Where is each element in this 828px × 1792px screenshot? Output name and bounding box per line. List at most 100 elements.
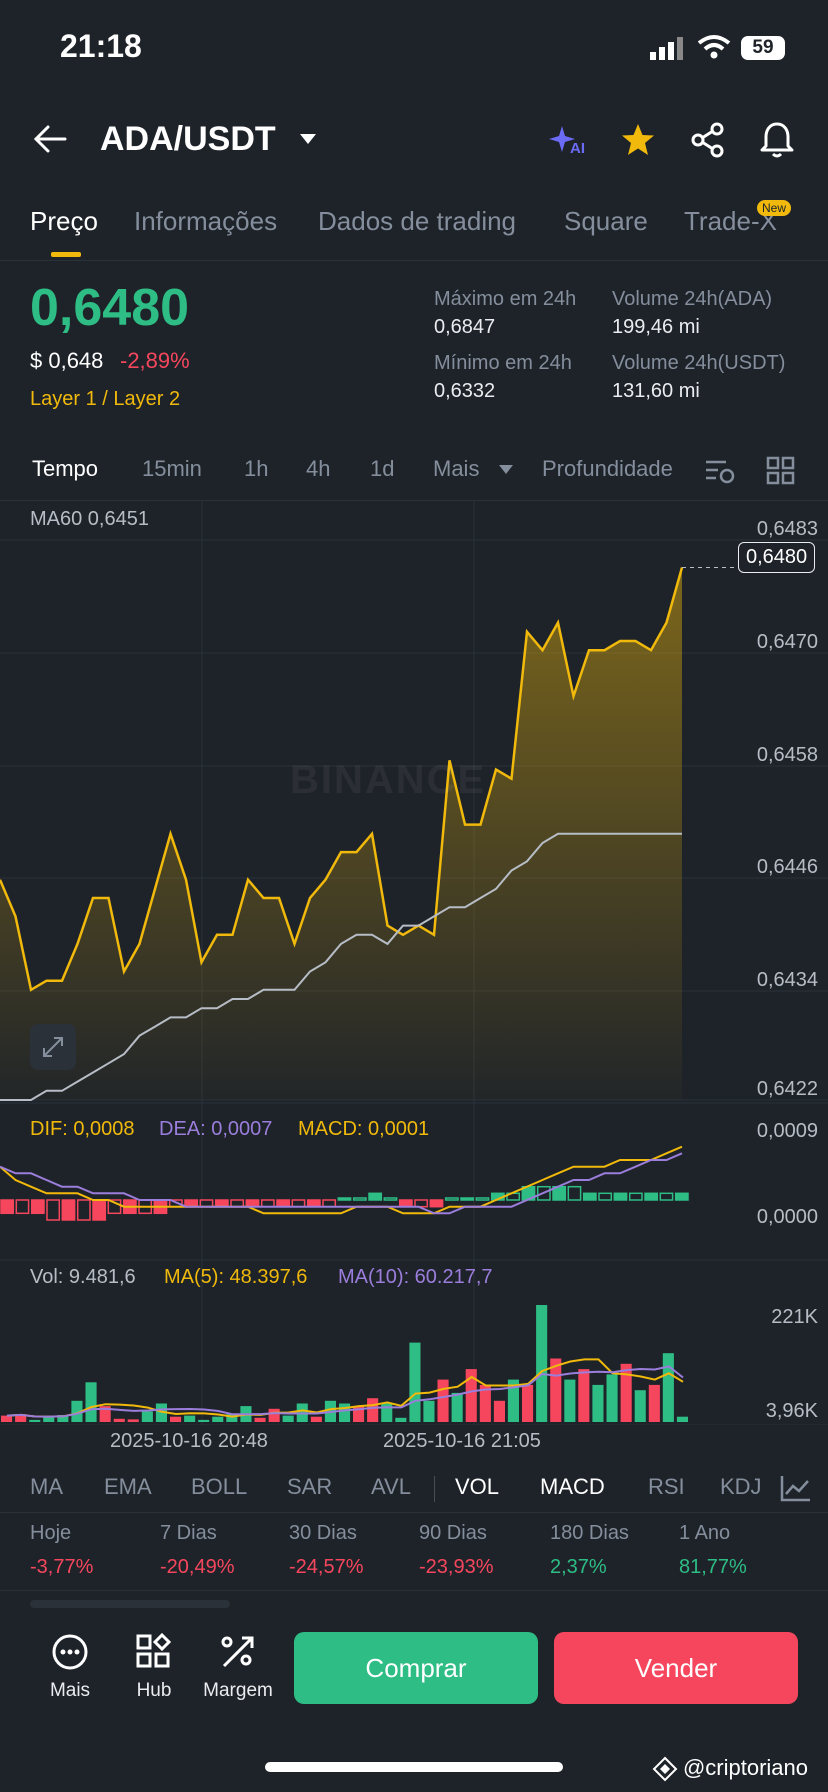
price-change: -2,89% — [120, 348, 190, 373]
timeframe-bar: Tempo 15min 1h 4h 1d Mais Profundidade — [0, 440, 828, 501]
volume-bar — [423, 1400, 435, 1422]
tab-info[interactable]: Informações — [134, 206, 277, 237]
volume-bar — [254, 1417, 266, 1422]
low-value: 0,6332 — [434, 380, 496, 402]
chart-settings-icon[interactable] — [704, 456, 736, 486]
tf-depth[interactable]: Profundidade — [542, 456, 680, 482]
sell-button[interactable]: Vender — [554, 1632, 798, 1704]
macd-histogram-bar — [659, 1192, 674, 1201]
volume-bar — [198, 1419, 210, 1422]
macd-histogram-bar — [383, 1197, 398, 1201]
signal-icon — [650, 37, 683, 60]
last-price: 0,6480 — [30, 279, 190, 337]
ind-macd[interactable]: MACD — [540, 1474, 605, 1500]
macd-histogram-bar — [276, 1199, 291, 1208]
star-favorite-icon[interactable] — [620, 122, 656, 158]
scroll-handle[interactable] — [30, 1600, 230, 1608]
tab-square[interactable]: Square — [564, 206, 648, 237]
ind-rsi[interactable]: RSI — [648, 1474, 685, 1500]
perf-value: 81,77% — [679, 1556, 747, 1578]
tf-4h[interactable]: 4h — [306, 456, 330, 482]
more-icon[interactable] — [50, 1632, 90, 1672]
pair-title[interactable]: ADA/USDT — [100, 120, 276, 159]
macd-histogram-bar — [260, 1199, 275, 1208]
volume-bar — [592, 1384, 604, 1422]
perf-label: 30 Dias — [289, 1522, 357, 1544]
macd-histogram-bar — [230, 1199, 245, 1208]
perf-label: 180 Dias — [550, 1522, 629, 1544]
binance-watermark: BINANCE — [290, 758, 487, 802]
ind-ma[interactable]: MA — [30, 1474, 63, 1500]
volume-bar — [127, 1419, 139, 1422]
volume-bar — [170, 1416, 182, 1422]
y-tick: 0,6434 — [756, 969, 818, 991]
volume-bar — [634, 1390, 646, 1422]
ind-kdj[interactable]: KDJ — [720, 1474, 762, 1500]
back-arrow-icon[interactable] — [32, 124, 68, 154]
layout-grid-icon[interactable] — [766, 456, 796, 486]
divider — [434, 1476, 435, 1502]
chart-area[interactable]: MA60 0,6451 BINANCE 0,6483 0,6470 0,6458… — [0, 500, 828, 1425]
clock: 21:18 — [60, 28, 142, 64]
more-label[interactable]: Mais — [25, 1680, 115, 1702]
vol-quote-value: 131,60 mi — [612, 380, 700, 402]
current-price-tag: 0,6480 — [738, 542, 816, 573]
margin-label[interactable]: Margem — [193, 1680, 283, 1702]
macd-histogram-bar — [398, 1199, 413, 1208]
hub-label[interactable]: Hub — [109, 1680, 199, 1702]
battery-icon: 59 — [741, 36, 785, 60]
volume-bar — [395, 1417, 407, 1422]
volume-bar — [212, 1416, 224, 1422]
ind-avl[interactable]: AVL — [371, 1474, 411, 1500]
tf-15min[interactable]: 15min — [142, 456, 202, 482]
macd-histogram-bar — [414, 1199, 429, 1208]
category-tags[interactable]: Layer 1 / Layer 2 — [30, 388, 180, 411]
margin-icon[interactable] — [218, 1632, 258, 1672]
vol-base-value: 199,46 mi — [612, 316, 700, 338]
chevron-down-icon[interactable] — [299, 132, 317, 146]
tab-trading-data[interactable]: Dados de trading — [318, 206, 516, 237]
ai-sparkle-icon[interactable]: AI — [548, 122, 588, 162]
tab-active-indicator — [51, 252, 81, 257]
buy-button[interactable]: Comprar — [294, 1632, 538, 1704]
vol-y-tick: 221K — [771, 1306, 818, 1328]
ind-vol[interactable]: VOL — [455, 1474, 499, 1500]
macd-histogram-bar — [76, 1199, 91, 1221]
indicator-settings-icon[interactable] — [780, 1474, 812, 1502]
perf-value: -3,77% — [30, 1556, 94, 1578]
volume-bar — [141, 1411, 153, 1422]
volume-bar — [620, 1363, 632, 1422]
macd-histogram-bar — [15, 1199, 30, 1215]
macd-histogram-bar — [674, 1192, 689, 1201]
y-tick: 0,6458 — [756, 744, 818, 766]
bell-notification-icon[interactable] — [758, 120, 796, 160]
chevron-down-icon[interactable] — [498, 464, 514, 476]
tf-1h[interactable]: 1h — [244, 456, 268, 482]
volume-bar — [606, 1374, 618, 1422]
ind-boll[interactable]: BOLL — [191, 1474, 247, 1500]
volume-bar — [184, 1415, 196, 1422]
macd-histogram-bar — [460, 1197, 475, 1201]
usd-price: $ 0,648 — [30, 348, 104, 373]
hub-icon[interactable] — [134, 1632, 174, 1672]
macd-histogram-bar — [368, 1192, 383, 1201]
divider — [0, 1590, 828, 1591]
tab-price[interactable]: Preço — [30, 206, 98, 237]
home-indicator[interactable] — [265, 1762, 563, 1772]
macd-histogram-bar — [30, 1199, 45, 1215]
tf-more[interactable]: Mais — [433, 456, 479, 482]
tf-tempo[interactable]: Tempo — [32, 456, 98, 482]
macd-y-tick: 0,0000 — [756, 1206, 818, 1228]
vol-ma5-legend: MA(5): 48.397,6 — [164, 1266, 308, 1288]
share-icon[interactable] — [690, 122, 726, 158]
volume-bar — [113, 1418, 125, 1422]
ind-sar[interactable]: SAR — [287, 1474, 332, 1500]
ind-ema[interactable]: EMA — [104, 1474, 152, 1500]
macd-histogram-bar — [444, 1197, 459, 1201]
macd-histogram-bar — [352, 1197, 367, 1201]
volume-bar — [268, 1408, 280, 1422]
macd-histogram-bar — [613, 1192, 628, 1201]
expand-chart-button[interactable] — [30, 1024, 76, 1070]
macd-histogram-bar — [291, 1199, 306, 1208]
tf-1d[interactable]: 1d — [370, 456, 394, 482]
